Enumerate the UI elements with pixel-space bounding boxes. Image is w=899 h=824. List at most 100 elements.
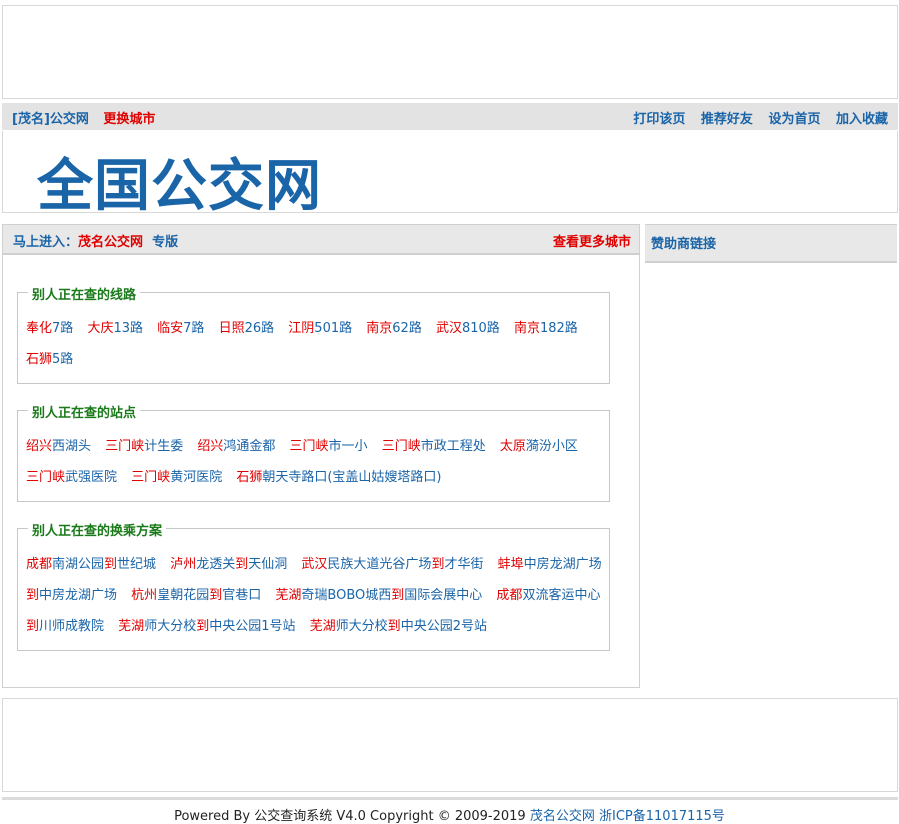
transfer-city-link[interactable]: 成都	[26, 557, 52, 572]
station-item-city-link[interactable]: 三门峡	[105, 439, 144, 454]
line-item-name-link[interactable]: 26路	[245, 321, 275, 336]
site-logo[interactable]: 全国公交网	[37, 141, 322, 222]
transfer-from-link[interactable]: 奇瑞BOBO城西	[301, 588, 391, 603]
enter-city-line: 马上进入：茂名公交网 专版	[13, 231, 178, 250]
station-item-name-link[interactable]: 计生委	[144, 439, 183, 454]
header: 全国公交网	[2, 131, 898, 219]
station-item-city-link[interactable]: 绍兴	[26, 439, 52, 454]
top-bar-left: [茂名]公交网 更换城市	[12, 108, 165, 127]
line-item-city-link[interactable]: 石狮	[26, 352, 52, 367]
transfer-to-word: 到	[391, 588, 405, 603]
station-item-city-link[interactable]: 三门峡	[290, 439, 329, 454]
sponsor-title: 赞助商链接	[651, 237, 717, 252]
more-cities-link[interactable]: 查看更多城市	[553, 231, 631, 250]
transfer-from-link[interactable]: 中房龙湖广场	[524, 557, 602, 572]
transfer-to-link[interactable]: 官巷口	[222, 588, 261, 603]
transfer-city-link[interactable]: 成都	[496, 588, 522, 603]
transfer-city-link[interactable]: 芜湖	[275, 588, 301, 603]
line-item-city-link[interactable]: 日照	[219, 321, 245, 336]
line-item: 南京182路	[514, 321, 578, 336]
transfer-to-link[interactable]: 才华街	[444, 557, 483, 572]
line-item-name-link[interactable]: 62路	[392, 321, 422, 336]
transfer-from-link[interactable]: 龙透关	[196, 557, 235, 572]
station-item-name-link[interactable]: 市一小	[329, 439, 368, 454]
lines-title: 别人正在查的线路	[28, 284, 141, 303]
transfer-from-link[interactable]: 师大分校	[144, 619, 196, 634]
line-item-city-link[interactable]: 武汉	[436, 321, 462, 336]
footer-divider	[2, 797, 898, 800]
enter-suffix-link[interactable]: 专版	[152, 235, 178, 250]
line-item: 南京62路	[366, 321, 422, 336]
add-favorite-link[interactable]: 加入收藏	[836, 112, 888, 127]
line-item-name-link[interactable]: 5路	[52, 352, 73, 367]
transfer-from-link[interactable]: 师大分校	[336, 619, 388, 634]
station-item-name-link[interactable]: 市政工程处	[421, 439, 486, 454]
transfer-to-link[interactable]: 世纪城	[117, 557, 156, 572]
line-item-name-link[interactable]: 7路	[183, 321, 204, 336]
station-item-name-link[interactable]: 漪汾小区	[526, 439, 578, 454]
transfer-to-link[interactable]: 中央公园2号站	[401, 619, 487, 634]
station-item-name-link[interactable]: 武强医院	[65, 470, 117, 485]
lines-list: 奉化7路 大庆13路 临安7路 日照26路 江阴501路 南京62路 武汉810…	[18, 293, 609, 383]
line-item-city-link[interactable]: 临安	[157, 321, 183, 336]
station-item-name-link[interactable]: 西湖头	[52, 439, 91, 454]
line-item-name-link[interactable]: 182路	[540, 321, 578, 336]
line-item: 临安7路	[157, 321, 204, 336]
transfer-city-link[interactable]: 芜湖	[310, 619, 336, 634]
station-item-name-link[interactable]: 朝天寺路口(宝盖山姑嫂塔路口)	[262, 470, 441, 485]
transfer-item: 芜湖师大分校到中央公园1号站	[118, 619, 295, 634]
line-item-city-link[interactable]: 奉化	[26, 321, 52, 336]
transfer-to-link[interactable]: 川师成教院	[39, 619, 104, 634]
transfers-list: 成都南湖公园到世纪城 泸州龙透关到天仙洞 武汉民族大道光谷广场到才华街 蚌埠中房…	[18, 529, 609, 650]
station-item: 三门峡计生委	[105, 439, 183, 454]
station-item: 三门峡武强医院	[26, 470, 117, 485]
transfer-city-link[interactable]: 泸州	[170, 557, 196, 572]
transfer-from-link[interactable]: 皇朝花园	[157, 588, 209, 603]
station-item-city-link[interactable]: 三门峡	[26, 470, 65, 485]
transfer-item: 芜湖师大分校到中央公园2号站	[310, 619, 487, 634]
line-item-city-link[interactable]: 江阴	[288, 321, 314, 336]
transfer-to-link[interactable]: 国际会展中心	[404, 588, 482, 603]
transfer-city-link[interactable]: 武汉	[301, 557, 327, 572]
set-homepage-link[interactable]: 设为首页	[768, 112, 820, 127]
transfer-to-link[interactable]: 天仙洞	[248, 557, 287, 572]
transfer-from-link[interactable]: 双流客运中心	[522, 588, 600, 603]
station-item-city-link[interactable]: 石狮	[236, 470, 262, 485]
line-item-name-link[interactable]: 13路	[113, 321, 143, 336]
station-item-name-link[interactable]: 鸿通金都	[223, 439, 275, 454]
station-item-city-link[interactable]: 太原	[500, 439, 526, 454]
enter-prefix: 马上进入：	[13, 235, 79, 250]
transfer-city-link[interactable]: 蚌埠	[498, 557, 524, 572]
transfer-to-word: 到	[104, 557, 118, 572]
transfer-item: 泸州龙透关到天仙洞	[170, 557, 287, 572]
transfer-to-link[interactable]: 中房龙湖广场	[39, 588, 117, 603]
transfer-to-link[interactable]: 中央公园1号站	[209, 619, 295, 634]
transfer-to-word: 到	[209, 588, 223, 603]
line-item-name-link[interactable]: 810路	[462, 321, 500, 336]
change-city-link[interactable]: 更换城市	[103, 112, 155, 127]
line-item-name-link[interactable]: 7路	[52, 321, 73, 336]
transfer-to-word: 到	[235, 557, 249, 572]
line-item-city-link[interactable]: 大庆	[87, 321, 113, 336]
recommend-friend-link[interactable]: 推荐好友	[701, 112, 753, 127]
line-item: 武汉810路	[436, 321, 500, 336]
station-item: 三门峡市政工程处	[382, 439, 486, 454]
station-item-city-link[interactable]: 三门峡	[131, 470, 170, 485]
transfer-city-link[interactable]: 杭州	[131, 588, 157, 603]
site-name-link[interactable]: [茂名]公交网	[12, 112, 89, 127]
transfer-from-link[interactable]: 民族大道光谷广场	[327, 557, 431, 572]
station-item: 三门峡市一小	[290, 439, 368, 454]
transfer-to-word: 到	[431, 557, 445, 572]
enter-city-link[interactable]: 茂名公交网	[78, 235, 143, 250]
line-item-name-link[interactable]: 501路	[314, 321, 352, 336]
transfer-from-link[interactable]: 南湖公园	[52, 557, 104, 572]
print-page-link[interactable]: 打印该页	[633, 112, 685, 127]
station-item-city-link[interactable]: 三门峡	[382, 439, 421, 454]
line-item-city-link[interactable]: 南京	[514, 321, 540, 336]
transfer-item: 杭州皇朝花园到官巷口	[131, 588, 261, 603]
stations-list: 绍兴西湖头 三门峡计生委 绍兴鸿通金都 三门峡市一小 三门峡市政工程处 太原漪汾…	[18, 411, 609, 501]
line-item-city-link[interactable]: 南京	[366, 321, 392, 336]
transfer-city-link[interactable]: 芜湖	[118, 619, 144, 634]
station-item-name-link[interactable]: 黄河医院	[170, 470, 222, 485]
station-item-city-link[interactable]: 绍兴	[197, 439, 223, 454]
